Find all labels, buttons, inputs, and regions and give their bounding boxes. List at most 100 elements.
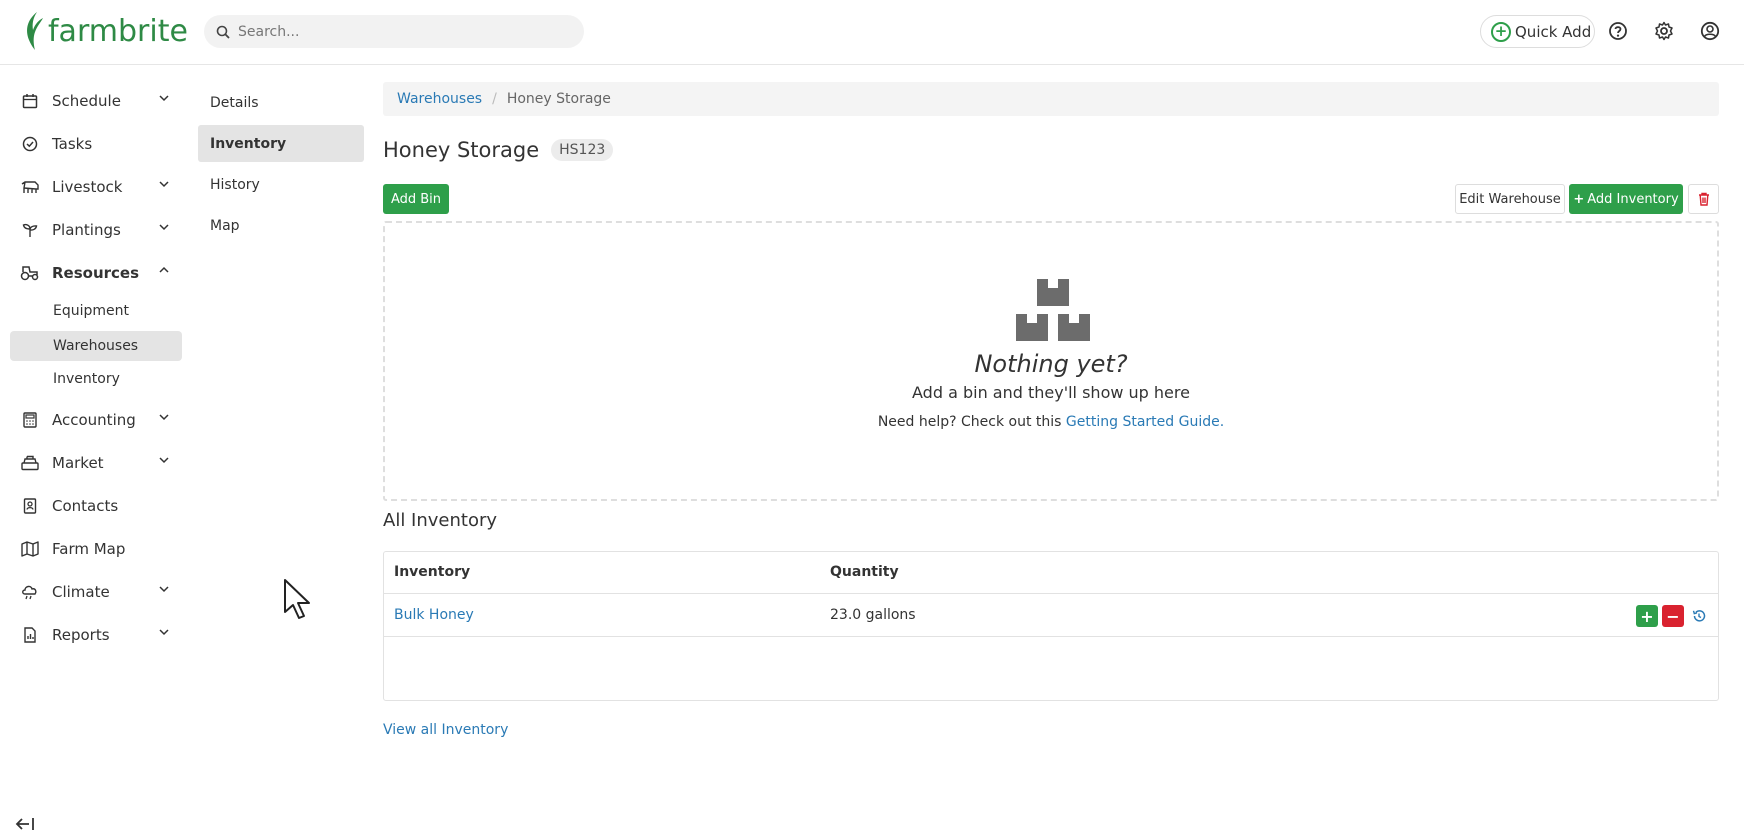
sidebar-item-contacts[interactable]: Contacts [10, 488, 182, 524]
quick-add-label: Quick Add [1515, 22, 1592, 41]
inventory-table: Inventory Quantity Bulk Honey 23.0 gallo… [383, 551, 1719, 701]
help-icon[interactable] [1607, 20, 1629, 42]
sidebar-subitem-label: Warehouses [53, 338, 139, 354]
minus-icon: − [1666, 606, 1680, 626]
subnav-label: History [210, 176, 260, 193]
breadcrumb-warehouses-link[interactable]: Warehouses [397, 91, 482, 107]
plus-circle-icon: + [1491, 21, 1511, 42]
boxes-icon [1016, 279, 1090, 341]
add-inventory-label: Add Inventory [1587, 191, 1679, 207]
decrease-quantity-button[interactable]: − [1662, 605, 1684, 627]
warehouse-code-badge: HS123 [551, 139, 614, 161]
help-text: Need help? Check out this [877, 414, 1066, 430]
sprout-icon [20, 220, 40, 240]
chevron-down-icon [159, 586, 169, 593]
main-sidebar: Schedule Tasks Livestock Plantings Resou… [0, 66, 190, 840]
sidebar-subitem-inventory[interactable]: Inventory [10, 364, 182, 394]
sidebar-item-label: Plantings [52, 221, 121, 239]
view-all-inventory-link[interactable]: View all Inventory [383, 722, 508, 738]
sidebar-item-livestock[interactable]: Livestock [10, 169, 182, 205]
chevron-up-icon [159, 266, 169, 273]
gear-icon[interactable] [1653, 20, 1675, 42]
mouse-cursor-icon [284, 579, 310, 619]
quick-add-button[interactable]: + Quick Add [1480, 15, 1595, 48]
sidebar-item-label: Climate [52, 583, 110, 601]
chevron-down-icon [159, 224, 169, 231]
sidebar-item-tasks[interactable]: Tasks [10, 126, 182, 162]
empty-state-help: Need help? Check out this Getting Starte… [385, 414, 1717, 430]
sidebar-item-label: Schedule [52, 92, 121, 110]
breadcrumb-current: Honey Storage [506, 91, 611, 107]
sidebar-item-reports[interactable]: Reports [10, 617, 182, 653]
sidebar-subitem-warehouses[interactable]: Warehouses [10, 331, 182, 361]
chevron-down-icon [159, 414, 169, 421]
subnav-details[interactable]: Details [198, 84, 364, 121]
cloud-rain-icon [20, 582, 40, 602]
sidebar-item-schedule[interactable]: Schedule [10, 83, 182, 119]
collapse-sidebar-icon[interactable] [14, 816, 36, 832]
sidebar-subitem-equipment[interactable]: Equipment [10, 296, 182, 326]
page-title-row: Honey Storage HS123 [383, 138, 614, 162]
cash-register-icon [20, 453, 40, 473]
calculator-icon [20, 410, 40, 430]
delete-warehouse-button[interactable] [1688, 184, 1719, 214]
search-box[interactable] [204, 15, 584, 48]
sidebar-item-label: Contacts [52, 497, 119, 515]
farmbrite-logo[interactable]: farmbrite [23, 10, 188, 52]
edit-warehouse-label: Edit Warehouse [1459, 191, 1561, 207]
address-book-icon [20, 496, 40, 516]
table-header: Inventory Quantity [384, 552, 1718, 594]
sidebar-item-farm-map[interactable]: Farm Map [10, 531, 182, 567]
sidebar-item-label: Reports [52, 626, 110, 644]
subnav-history[interactable]: History [198, 166, 364, 203]
table-row: Bulk Honey 23.0 gallons + − [384, 594, 1718, 637]
subnav-label: Inventory [210, 135, 287, 152]
add-bin-label: Add Bin [390, 191, 442, 207]
search-input[interactable] [238, 23, 558, 40]
trash-icon [1698, 192, 1709, 206]
sidebar-item-climate[interactable]: Climate [10, 574, 182, 610]
getting-started-link[interactable]: Getting Started Guide. [1066, 414, 1224, 430]
sidebar-item-resources[interactable]: Resources [10, 255, 182, 291]
sidebar-item-accounting[interactable]: Accounting [10, 402, 182, 438]
breadcrumb: Warehouses / Honey Storage [383, 82, 1719, 116]
all-inventory-heading: All Inventory [383, 510, 498, 531]
sidebar-item-label: Livestock [52, 178, 123, 196]
subnav-label: Details [210, 94, 259, 111]
subnav-map[interactable]: Map [198, 207, 364, 244]
check-circle-icon [20, 134, 40, 154]
column-header-inventory: Inventory [394, 564, 471, 580]
sidebar-subitem-label: Equipment [53, 303, 129, 319]
tractor-icon [20, 263, 40, 283]
history-button[interactable] [1690, 605, 1708, 627]
cow-icon [20, 177, 40, 197]
increase-quantity-button[interactable]: + [1636, 605, 1658, 627]
sidebar-item-label: Farm Map [52, 540, 126, 558]
add-bin-button[interactable]: Add Bin [383, 184, 449, 214]
warehouse-subnav: Details Inventory History Map [198, 84, 364, 248]
row-actions: + − [1632, 605, 1708, 627]
column-header-quantity: Quantity [830, 564, 899, 580]
map-icon [20, 539, 40, 559]
leaf-logo-icon [27, 12, 43, 50]
breadcrumb-separator: / [492, 91, 497, 107]
chevron-down-icon [159, 95, 169, 102]
report-icon [20, 625, 40, 645]
calendar-icon [20, 91, 40, 111]
subnav-inventory[interactable]: Inventory [198, 125, 364, 162]
sidebar-item-plantings[interactable]: Plantings [10, 212, 182, 248]
sidebar-item-market[interactable]: Market [10, 445, 182, 481]
history-icon [1692, 610, 1706, 622]
sidebar-item-label: Tasks [52, 135, 93, 153]
sidebar-item-label: Resources [52, 264, 140, 282]
sidebar-item-label: Accounting [52, 411, 136, 429]
empty-state-subtitle: Add a bin and they'll show up here [912, 383, 1190, 402]
chevron-down-icon [159, 629, 169, 636]
brand-name: farmbrite [48, 13, 188, 49]
sidebar-item-label: Market [52, 454, 104, 472]
add-inventory-button[interactable]: + Add Inventory [1569, 184, 1683, 214]
user-icon[interactable] [1699, 20, 1721, 42]
inventory-item-link[interactable]: Bulk Honey [394, 607, 474, 623]
edit-warehouse-button[interactable]: Edit Warehouse [1455, 184, 1565, 214]
chevron-down-icon [159, 181, 169, 188]
